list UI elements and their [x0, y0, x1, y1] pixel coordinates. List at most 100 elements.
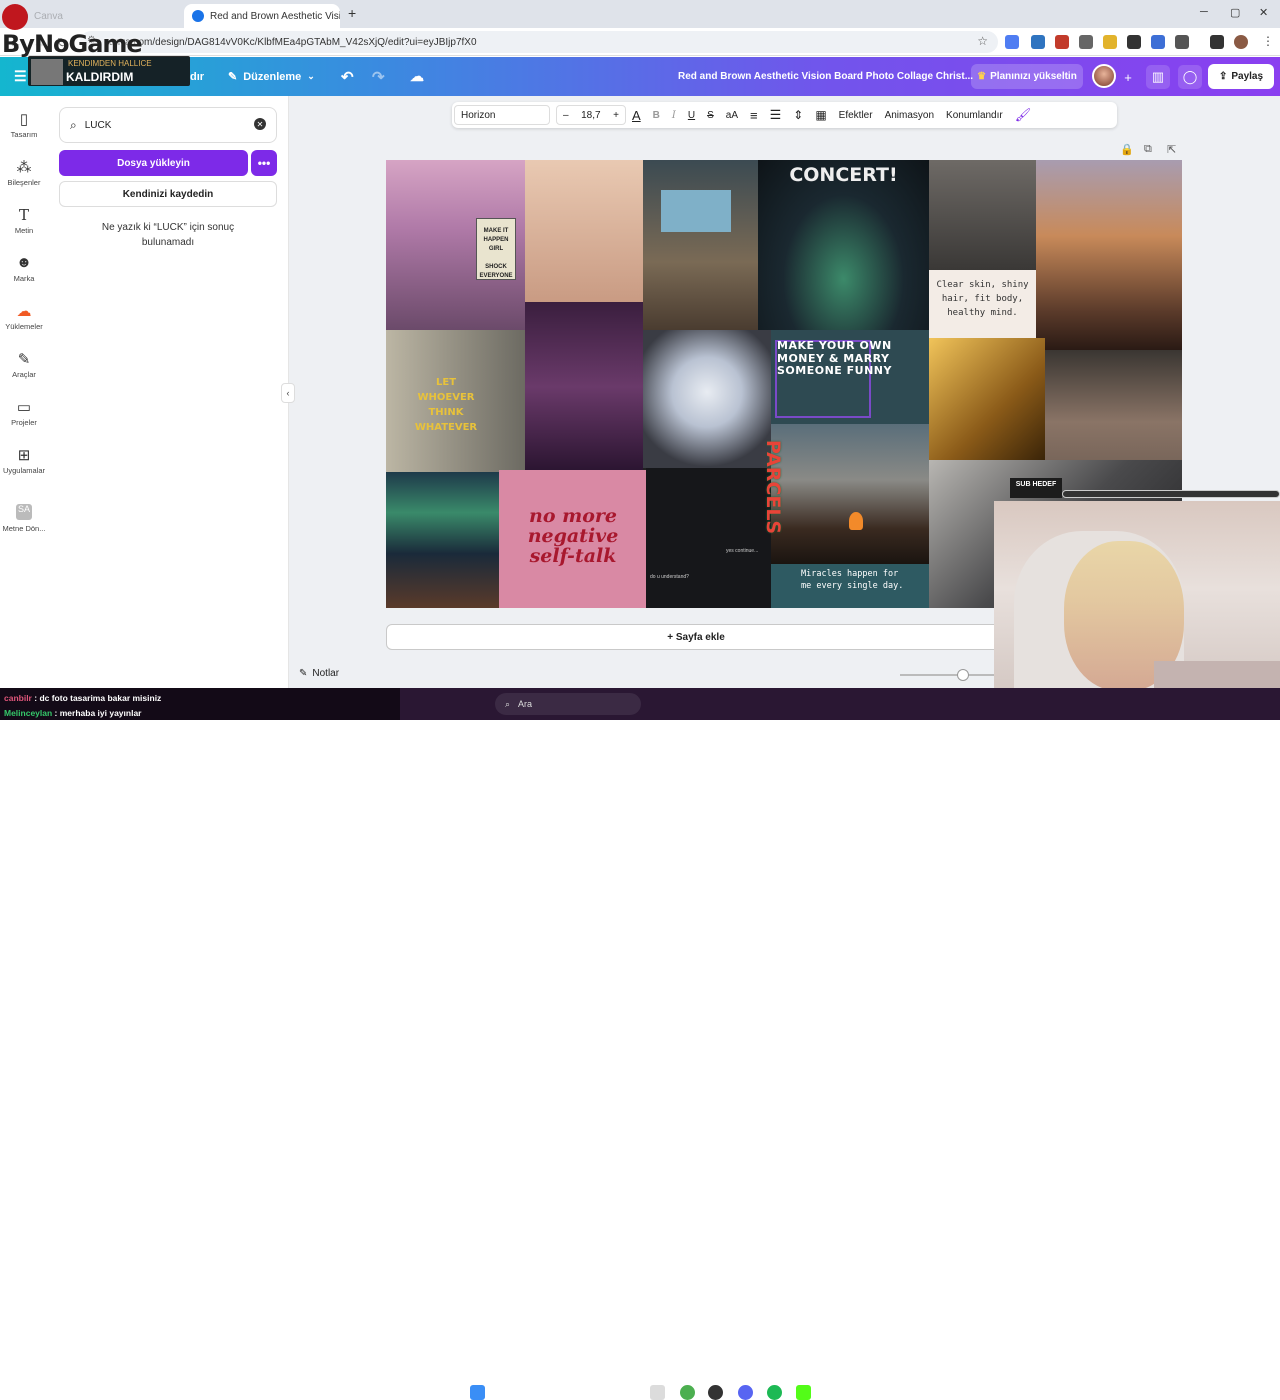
animation-button[interactable]: Animasyon	[879, 102, 940, 128]
taskbar-search[interactable]: ⌕ Ara	[495, 693, 641, 715]
nav-projects[interactable]: ▭ Projeler	[0, 398, 48, 427]
extension-icon[interactable]	[1127, 35, 1141, 49]
photo-silhouettes[interactable]: yes continue... do u understand?	[646, 468, 771, 608]
photo-aurora[interactable]	[386, 472, 499, 608]
avatar[interactable]	[1092, 64, 1116, 88]
new-tab-button[interactable]: +	[348, 5, 356, 21]
add-page-icon[interactable]: ⇱	[1167, 143, 1176, 156]
add-page-button[interactable]: + Sayfa ekle	[386, 624, 1006, 650]
text-card-negative[interactable]: no more negative self-talk	[499, 470, 646, 608]
spotify-icon[interactable]	[767, 1385, 782, 1400]
align-icon[interactable]: ≡	[744, 102, 764, 128]
bookmark-star-icon[interactable]: ☆	[977, 34, 988, 48]
task-view-icon[interactable]	[650, 1385, 665, 1400]
add-collaborator-icon[interactable]: +	[1116, 65, 1140, 89]
text-card-clear-skin[interactable]: Clear skin, shiny hair, fit body, health…	[929, 270, 1036, 338]
font-size-stepper[interactable]: – 18,7 +	[556, 105, 626, 125]
maximize-button[interactable]: ▢	[1230, 6, 1240, 19]
undo-icon[interactable]: ↶	[341, 57, 354, 96]
nav-brand[interactable]: ☻ Marka	[0, 254, 48, 283]
photo-cherry-blossom[interactable]: MAKE IT HAPPEN GIRL SHOCK EVERYONE	[386, 160, 525, 330]
edit-menu[interactable]: ✎ Düzenleme ⌄	[228, 57, 315, 96]
nav-text-convert[interactable]: SA Metne Dön...	[0, 504, 48, 533]
position-button[interactable]: Konumlandır	[940, 102, 1009, 128]
more-options-button[interactable]: •••	[251, 150, 277, 176]
discord-icon[interactable]	[738, 1385, 753, 1400]
analytics-icon[interactable]: ▥	[1146, 65, 1170, 89]
windows-start-icon[interactable]	[470, 1385, 485, 1400]
sub-goal-label: SUB HEDEF	[1010, 478, 1062, 498]
text-color-icon[interactable]: A	[626, 102, 647, 128]
photo-colosseum-wine[interactable]	[1036, 160, 1182, 350]
clear-search-icon[interactable]: ✕	[254, 118, 266, 130]
file-menu[interactable]: dır	[190, 57, 204, 96]
upload-file-button[interactable]: Dosya yükleyin	[59, 150, 248, 176]
decrease-size-button[interactable]: –	[563, 110, 569, 121]
photo-singer[interactable]	[525, 302, 643, 472]
photo-cartoon-girl[interactable]	[525, 160, 643, 302]
increase-size-button[interactable]: +	[613, 110, 619, 121]
upgrade-plan-button[interactable]: ♛ Planınızı yükseltin	[971, 64, 1083, 89]
photo-gold-bars[interactable]	[929, 338, 1045, 460]
app-icon[interactable]	[708, 1385, 723, 1400]
spacing-icon[interactable]: ⇕	[787, 102, 809, 128]
italic-button[interactable]: I	[666, 102, 682, 128]
nav-tools[interactable]: ✎ Araçlar	[0, 350, 48, 379]
menu-icon[interactable]: ☰	[14, 57, 27, 96]
effects-button[interactable]: Efektler	[833, 102, 879, 128]
extensions-puzzle-icon[interactable]	[1175, 35, 1189, 49]
tab-vision-board[interactable]: Red and Brown Aesthetic Vision ✕	[184, 4, 340, 28]
parcels-text-frame[interactable]: PARCELS	[759, 432, 787, 552]
text-card-miracles[interactable]: Miracles happen for me every single day.	[771, 564, 929, 608]
bold-button[interactable]: B	[647, 102, 666, 128]
notes-button[interactable]: ✎ Notlar	[299, 668, 339, 679]
extension-icon[interactable]	[1055, 35, 1069, 49]
url-field[interactable]: ⚙ canva.com/design/DAG814vV0Kc/KlbfMEa4p…	[80, 31, 998, 53]
nav-text[interactable]: T Metin	[0, 206, 48, 235]
strikethrough-button[interactable]: S	[701, 102, 720, 128]
underline-button[interactable]: U	[682, 102, 701, 128]
transparency-icon[interactable]: ▦	[809, 102, 832, 128]
share-button[interactable]: ⇪ Paylaş	[1208, 64, 1274, 89]
close-window-button[interactable]: ✕	[1259, 6, 1268, 19]
search-input[interactable]: ⌕ LUCK ✕	[59, 107, 277, 143]
paint-format-icon[interactable]: 🖌	[1009, 102, 1038, 128]
comments-icon[interactable]: ◯	[1178, 65, 1202, 89]
extension-icon[interactable]	[1079, 35, 1093, 49]
list-icon[interactable]: ☰	[764, 102, 788, 128]
browser-menu-icon[interactable]: ⋮	[1262, 34, 1274, 48]
letter-case-button[interactable]: aA	[720, 102, 744, 128]
cloud-save-icon[interactable]: ☁	[410, 57, 424, 96]
zoom-slider-handle[interactable]	[957, 669, 969, 681]
extension-icon[interactable]	[1151, 35, 1165, 49]
extension-icon[interactable]	[1031, 35, 1045, 49]
zoom-slider[interactable]	[900, 669, 995, 681]
nav-uploads[interactable]: ☁ Yüklemeler	[0, 302, 48, 331]
text-card-money[interactable]: MAKE YOUR OWN MONEY & MARRY SOMEONE FUNN…	[771, 330, 929, 424]
extension-icon[interactable]	[1103, 35, 1117, 49]
minimize-button[interactable]: ─	[1200, 6, 1208, 18]
redo-icon[interactable]: ↷	[372, 57, 385, 96]
kick-live-icon[interactable]	[796, 1385, 811, 1400]
document-title[interactable]: Red and Brown Aesthetic Vision Board Pho…	[678, 57, 973, 96]
photo-flower-bouquet[interactable]	[643, 330, 771, 468]
photo-boxing-gloves[interactable]	[929, 160, 1036, 270]
photo-beach-fire[interactable]	[771, 424, 929, 564]
extension-translate-icon[interactable]	[1005, 35, 1019, 49]
nav-elements[interactable]: ⁂ Bileşenler	[0, 158, 48, 187]
font-selector[interactable]: Horizon	[454, 105, 550, 125]
download-icon[interactable]	[1210, 35, 1224, 49]
profile-avatar-icon[interactable]	[1234, 35, 1248, 49]
collapse-panel-button[interactable]: ‹	[281, 383, 295, 403]
chat-username: Melinceylan	[4, 708, 53, 718]
chrome-icon[interactable]	[680, 1385, 695, 1400]
lock-icon[interactable]: 🔒	[1120, 143, 1134, 156]
nav-apps[interactable]: ⊞ Uygulamalar	[0, 446, 48, 475]
record-yourself-button[interactable]: Kendinizi kaydedin	[59, 181, 277, 207]
photo-outdoor-cinema[interactable]	[643, 160, 758, 330]
photo-whoever[interactable]: LET WHOEVER THINK WHATEVER	[386, 330, 525, 472]
nav-design[interactable]: ▯ Tasarım	[0, 110, 48, 139]
duplicate-page-icon[interactable]: ⧉	[1144, 143, 1152, 156]
photo-concert[interactable]: CONCERT!	[758, 160, 929, 330]
font-size-value[interactable]: 18,7	[581, 110, 600, 121]
